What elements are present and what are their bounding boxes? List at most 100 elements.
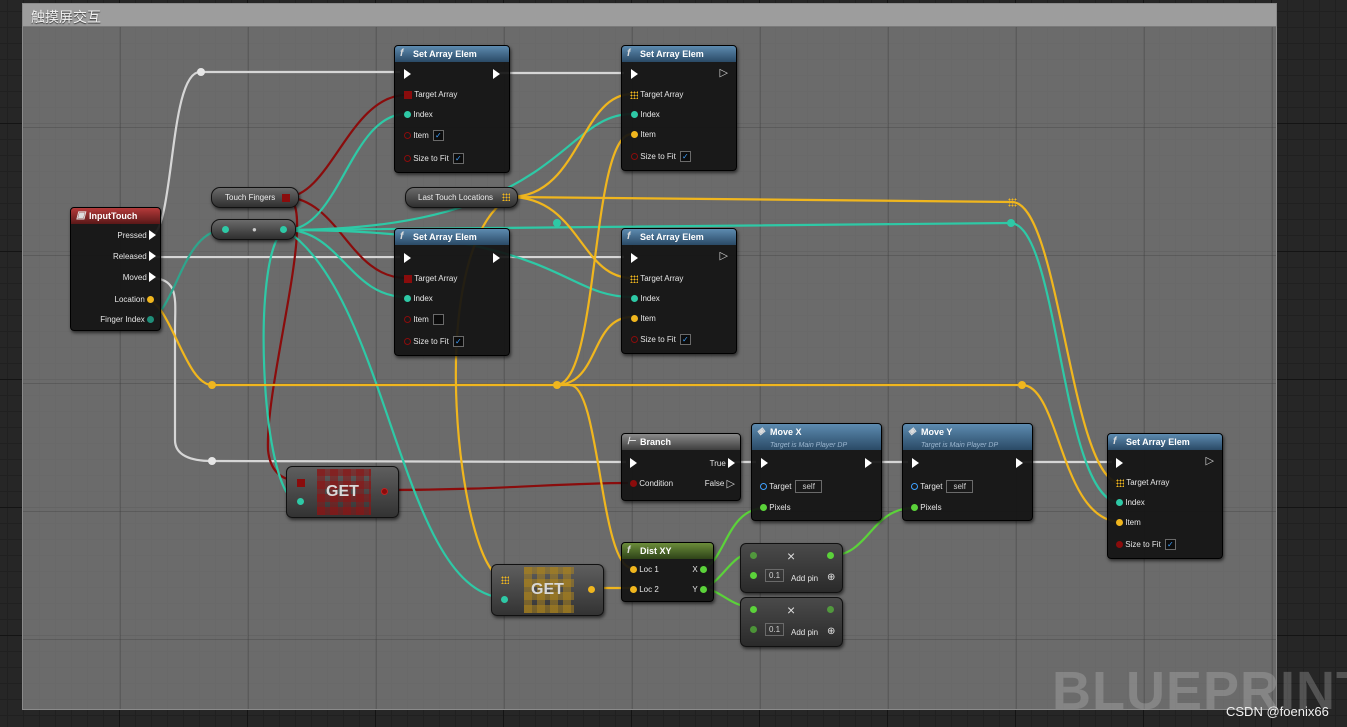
int-pin-icon[interactable] [222, 226, 229, 233]
set-array-elem-node-3[interactable]: f Set Array Elem ▷ Target Array Index Ite… [621, 45, 737, 171]
pin-item[interactable]: Item [404, 314, 444, 325]
pin-moved[interactable]: Moved [123, 272, 156, 282]
int-pin-icon[interactable] [280, 226, 287, 233]
bool-array-pin-icon[interactable] [282, 194, 290, 202]
pin-finger-index[interactable]: Finger Index [100, 315, 154, 324]
pin-item[interactable]: Item [1116, 518, 1141, 527]
int-pin-icon[interactable] [631, 111, 638, 118]
add-pin-icon[interactable]: ⊕ [827, 572, 835, 583]
set-array-elem-node-4[interactable]: f Set Array Elem ▷ Target Array Index Ite… [621, 228, 737, 354]
bool-pin-icon[interactable] [630, 480, 637, 487]
reroute-knot[interactable] [1018, 381, 1026, 389]
move-x-node[interactable]: ◈ Move X Target is Main Player DP Target se… [751, 423, 882, 521]
float-pin-icon[interactable] [750, 606, 757, 613]
exec-in-pin[interactable] [630, 458, 637, 468]
target-self-field[interactable]: self [946, 480, 973, 493]
vector-array-pin-icon[interactable] [501, 576, 509, 584]
pin-pressed[interactable]: Pressed [117, 230, 156, 240]
object-pin-icon[interactable] [760, 483, 767, 490]
reroute-knot-array[interactable] [1008, 198, 1017, 207]
exec-in-pin[interactable] [631, 69, 638, 79]
pin-size-to-fit[interactable]: Size to Fit ✓ [631, 334, 691, 345]
set-array-elem-node-2[interactable]: f Set Array Elem Target Array Index Item … [394, 228, 510, 356]
pin-x-out[interactable]: X [692, 565, 707, 574]
last-touch-locations-variable[interactable]: Last Touch Locations [405, 187, 518, 208]
pin-target-array[interactable]: Target Array [404, 274, 457, 283]
pin-item[interactable]: Item [631, 314, 656, 323]
bool-pin-icon[interactable] [404, 316, 411, 323]
item-checkbox[interactable] [432, 314, 444, 325]
reroute-knot[interactable] [553, 219, 561, 227]
int-pin-icon[interactable] [631, 295, 638, 302]
move-y-node[interactable]: ◈ Move Y Target is Main Player DP Target se… [902, 423, 1033, 521]
set-array-elem-node-1[interactable]: f Set Array Elem Target Array Index Item ✓… [394, 45, 510, 173]
exec-out-hollow-icon[interactable]: ▷ [720, 249, 728, 262]
vector-array-pin-icon[interactable] [630, 90, 638, 99]
branch-node[interactable]: ⊢ Branch True Condition False ▷ [621, 433, 741, 501]
exec-out-hollow-icon[interactable]: ▷ [727, 477, 735, 490]
get-bool-array-node[interactable]: GET [286, 466, 399, 518]
exec-pin-icon[interactable] [149, 272, 156, 282]
pin-size-to-fit[interactable]: Size to Fit ✓ [404, 336, 464, 347]
float-pin-icon[interactable] [750, 572, 757, 579]
input-touch-node[interactable]: ▣ InputTouch Pressed Released Moved Locat… [70, 207, 161, 331]
vector-pin-icon[interactable] [631, 315, 638, 322]
vector-pin-icon[interactable] [1116, 519, 1123, 526]
pin-size-to-fit[interactable]: Size to Fit ✓ [404, 153, 464, 164]
pin-size-to-fit[interactable]: Size to Fit ✓ [631, 151, 691, 162]
bool-pin-icon[interactable] [404, 338, 411, 345]
float-pin-icon[interactable] [760, 504, 767, 511]
pin-pixels[interactable]: Pixels [911, 503, 942, 512]
pin-item[interactable]: Item [631, 130, 656, 139]
object-pin-icon[interactable] [911, 483, 918, 490]
pin-false[interactable]: False ▷ [705, 477, 735, 490]
int-reroute-getter[interactable]: ● [211, 219, 296, 240]
int-pin-icon[interactable] [1116, 499, 1123, 506]
float-pin-icon[interactable] [700, 586, 707, 593]
pin-target-array[interactable]: Target Array [630, 274, 683, 283]
vector-pin-icon[interactable] [631, 131, 638, 138]
float-pin-icon[interactable] [750, 626, 757, 633]
int-pin-icon[interactable] [404, 295, 411, 302]
exec-in-pin[interactable] [631, 253, 638, 263]
vector-array-pin-icon[interactable] [1116, 478, 1124, 487]
exec-pin-icon[interactable] [149, 251, 156, 261]
pin-index[interactable]: Index [404, 294, 433, 303]
bool-pin-icon[interactable] [631, 153, 638, 160]
exec-out-pin[interactable] [865, 458, 872, 468]
exec-in-pin[interactable] [1116, 458, 1123, 468]
exec-out-hollow-icon[interactable]: ▷ [1206, 454, 1214, 467]
pin-size-to-fit[interactable]: Size to Fit ✓ [1116, 539, 1176, 550]
exec-out-pin[interactable] [493, 69, 500, 79]
pin-target[interactable]: Target self [911, 480, 973, 493]
size-to-fit-checkbox[interactable]: ✓ [1164, 539, 1176, 550]
bool-array-pin-icon[interactable] [297, 479, 305, 487]
dist-xy-node[interactable]: f Dist XY Loc 1 Loc 2 X Y [621, 542, 714, 602]
int-pin-icon[interactable] [147, 316, 154, 323]
pin-index[interactable]: Index [1116, 498, 1145, 507]
pin-index[interactable]: Index [631, 110, 660, 119]
multiplier-field[interactable]: 0.1 [765, 623, 785, 636]
pin-y-out[interactable]: Y [692, 585, 707, 594]
pin-condition[interactable]: Condition [630, 479, 673, 488]
bool-array-pin-icon[interactable] [404, 90, 412, 99]
reroute-knot[interactable] [553, 381, 561, 389]
exec-pin-icon[interactable] [728, 458, 735, 468]
multiply-node-2[interactable]: 0.1 × Add pin ⊕ [740, 597, 843, 647]
set-array-elem-node-5[interactable]: f Set Array Elem ▷ Target Array Index Ite… [1107, 433, 1223, 559]
bool-array-pin-icon[interactable] [404, 274, 412, 283]
size-to-fit-checkbox[interactable]: ✓ [679, 334, 691, 345]
reroute-knot[interactable] [1007, 219, 1015, 227]
vector-pin-icon[interactable] [630, 586, 637, 593]
touch-fingers-variable[interactable]: Touch Fingers [211, 187, 299, 208]
exec-pin-icon[interactable] [149, 230, 156, 240]
float-pin-icon[interactable] [827, 606, 834, 613]
vector-array-pin-icon[interactable] [502, 193, 510, 201]
float-pin-icon[interactable] [700, 566, 707, 573]
add-pin-icon[interactable]: ⊕ [827, 626, 835, 637]
pin-loc2[interactable]: Loc 2 [630, 585, 659, 594]
pin-loc1[interactable]: Loc 1 [630, 565, 659, 574]
exec-out-hollow-icon[interactable]: ▷ [720, 66, 728, 79]
bool-pin-icon[interactable] [404, 155, 411, 162]
pin-target[interactable]: Target self [760, 480, 822, 493]
